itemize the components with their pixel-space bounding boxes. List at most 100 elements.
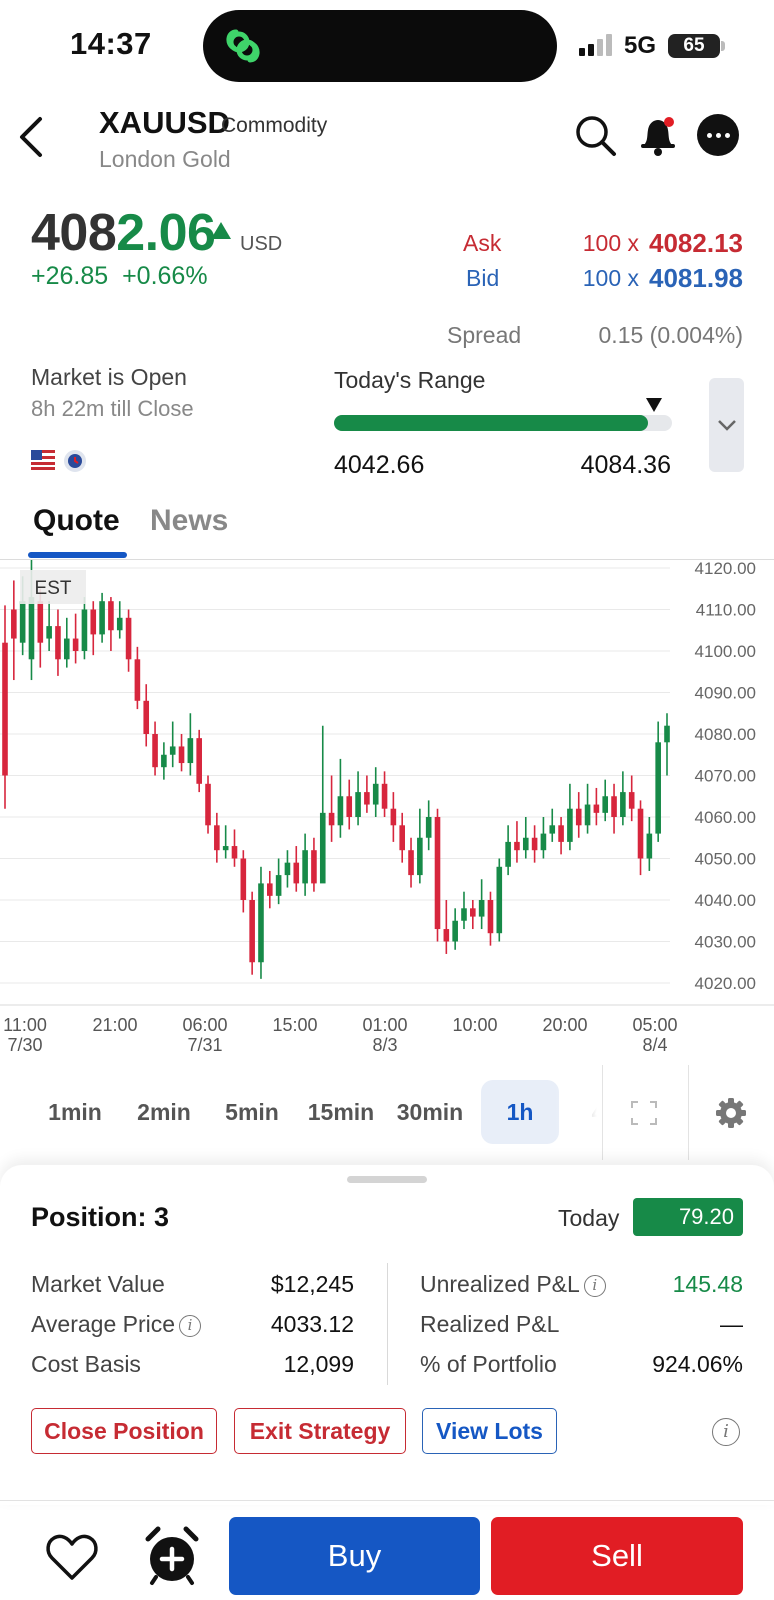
network-type: 5G <box>624 32 657 59</box>
bid-size: 100 x <box>582 265 639 291</box>
candle-body <box>196 738 202 784</box>
timeframe-15min[interactable]: 15min <box>296 1080 386 1144</box>
tab-news[interactable]: News <box>150 504 228 538</box>
y-tick-label: 4020.00 <box>695 974 756 993</box>
candle-body <box>311 850 317 884</box>
cost-basis: 12,099 <box>283 1351 354 1377</box>
spread-value: 0.15 (0.004%) <box>598 322 743 348</box>
position-title: Position: 3 <box>31 1202 170 1232</box>
candle-body <box>505 841 511 867</box>
average-price-label: Average Price <box>31 1311 176 1337</box>
candle-body <box>99 601 105 635</box>
battery-tip <box>721 41 725 51</box>
candle-body <box>637 808 644 859</box>
symbol-ticker: XAUUSD <box>99 105 230 140</box>
realized-pnl-label: Realized P&L <box>420 1311 560 1337</box>
candle-body <box>452 920 458 942</box>
unrealized-pnl: 145.48 <box>672 1271 743 1297</box>
sheet-grabber[interactable] <box>347 1176 427 1183</box>
candle-body <box>11 609 17 639</box>
ask-size: 100 x <box>582 230 639 256</box>
range-high: 4084.36 <box>580 451 671 479</box>
x-tick-date: 8/3 <box>372 1035 397 1055</box>
search-icon[interactable] <box>573 113 617 157</box>
alarm-add-icon[interactable] <box>142 1525 202 1587</box>
candle-body <box>90 609 97 635</box>
candle-body <box>487 900 494 934</box>
candle-body <box>222 846 229 851</box>
candle-body <box>116 617 123 631</box>
realized-pnl: — <box>720 1311 743 1337</box>
candle-body <box>134 659 141 701</box>
candle-body <box>496 866 503 934</box>
candle-body <box>399 825 405 851</box>
bell-icon[interactable] <box>636 113 680 157</box>
candle-body <box>249 900 255 963</box>
candle-body <box>664 725 670 743</box>
average-price: 4033.12 <box>270 1311 354 1337</box>
fullscreen-icon[interactable] <box>630 1100 658 1126</box>
y-tick-label: 4070.00 <box>695 767 756 786</box>
bid-price: 4081.98 <box>649 263 743 293</box>
view-lots-button[interactable]: View Lots <box>422 1408 557 1454</box>
symbol-name: London Gold <box>99 146 231 172</box>
candle-body <box>169 746 176 755</box>
status-time: 14:37 <box>70 26 152 61</box>
info-icon[interactable]: i <box>583 1275 606 1297</box>
candle-body <box>364 792 370 805</box>
buy-button[interactable]: Buy <box>229 1517 480 1595</box>
price-change: +26.85 +0.66% <box>31 262 208 291</box>
average-price-row: Average Price i <box>31 1311 202 1338</box>
candle-body <box>293 862 300 884</box>
more-icon[interactable] <box>697 114 739 156</box>
candle-body <box>37 601 44 643</box>
today-pnl-badge: 79.20 <box>633 1198 743 1236</box>
candle-body <box>549 825 556 834</box>
candle-body <box>390 808 397 826</box>
x-tick-time: 11:00 <box>3 1015 47 1035</box>
timeframe-5min[interactable]: 5min <box>208 1080 296 1144</box>
candle-body <box>567 808 573 842</box>
back-icon[interactable] <box>16 115 46 159</box>
y-tick-label: 4120.00 <box>695 560 756 578</box>
x-tick-time: 01:00 <box>362 1015 407 1035</box>
candle-body <box>558 825 564 842</box>
x-tick-time: 10:00 <box>452 1015 497 1035</box>
heart-icon[interactable] <box>44 1530 100 1584</box>
candle-body <box>267 883 273 896</box>
tab-quote[interactable]: Quote <box>33 504 120 538</box>
candle-body <box>602 796 609 813</box>
timeframe-30min[interactable]: 30min <box>386 1080 474 1144</box>
y-tick-label: 4110.00 <box>696 601 756 620</box>
ask-label: Ask <box>463 230 502 256</box>
expand-quote-button[interactable] <box>709 378 744 472</box>
candle-body <box>355 792 361 817</box>
close-position-button[interactable]: Close Position <box>31 1408 217 1454</box>
candle-body <box>72 638 79 651</box>
spread-label: Spread <box>447 322 522 348</box>
timeframe-2min[interactable]: 2min <box>120 1080 208 1144</box>
y-tick-label: 4080.00 <box>695 725 756 744</box>
timeframe-1h[interactable]: 1h <box>481 1080 559 1144</box>
candle-body <box>346 796 353 817</box>
x-tick-time: 15:00 <box>272 1015 317 1035</box>
price-chart[interactable]: 4120.00 4110.00 4100.00 4090.00 4080.00 4070.… <box>0 560 774 1070</box>
candle-body <box>284 862 291 876</box>
gear-icon[interactable] <box>714 1096 748 1130</box>
toolbar-divider <box>602 1065 603 1160</box>
todays-range-label: Today's Range <box>334 367 486 393</box>
sell-button[interactable]: Sell <box>491 1517 743 1595</box>
info-icon[interactable]: i <box>179 1315 202 1337</box>
y-tick-label: 4030.00 <box>695 933 756 952</box>
candle-body <box>461 908 467 921</box>
candle-body <box>46 626 52 639</box>
x-tick-date: 7/31 <box>187 1035 222 1055</box>
info-icon[interactable]: i <box>712 1418 740 1446</box>
candle-body <box>258 883 264 963</box>
candle-body <box>2 642 8 776</box>
exit-strategy-button[interactable]: Exit Strategy <box>234 1408 406 1454</box>
x-tick-date: 8/4 <box>642 1035 667 1055</box>
candle-body <box>470 908 476 917</box>
timeframe-1min[interactable]: 1min <box>30 1080 120 1144</box>
unrealized-pnl-row: Unrealized P&L i <box>420 1271 606 1298</box>
